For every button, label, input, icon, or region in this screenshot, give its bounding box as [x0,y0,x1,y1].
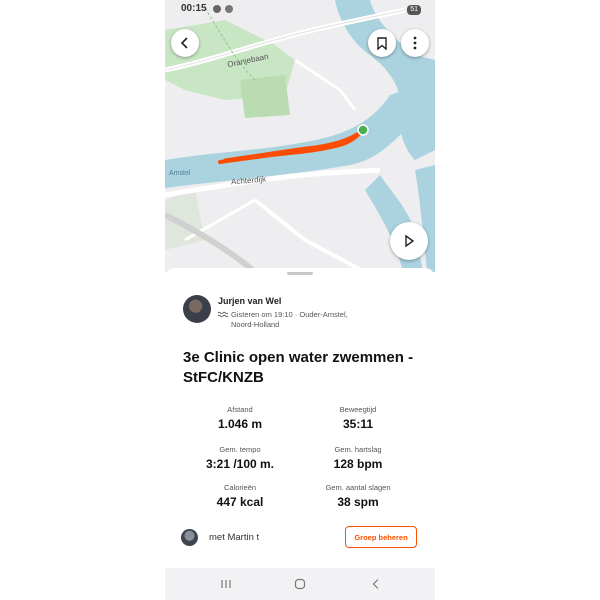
stat-label: Gem. aantal slagen [325,483,391,492]
home-icon [294,578,306,590]
more-vertical-icon [413,36,417,50]
stat-label: Calorieën [223,483,257,492]
stat-value: 3:21 /100 m. [205,457,275,471]
swim-icon [218,311,228,318]
nav-back-button[interactable] [368,576,384,592]
stat-value: 447 kcal [216,495,264,509]
recent-apps-button[interactable] [218,576,234,592]
notification-icon [213,5,221,13]
system-nav-bar [165,568,435,600]
whatsapp-icon [225,5,233,13]
athlete-avatar[interactable] [183,295,211,323]
stat-value: 128 bpm [333,457,383,471]
manage-group-button[interactable]: Groep beheren [345,526,417,548]
stat-value: 35:11 [342,417,374,431]
companion-label[interactable]: met Martin t [209,532,259,543]
activity-meta: Gisteren om 19:10 · Ouder-Amstel, Noord-… [218,310,368,330]
stat-value: 1.046 m [217,417,263,431]
activity-sheet: Jurjen van Wel Gisteren om 19:10 · Ouder… [165,268,435,568]
stat-label: Beweegtijd [339,405,377,414]
stat-avg-strokes: Gem. aantal slagen 38 spm [303,483,413,509]
stat-avg-pace: Gem. tempo 3:21 /100 m. [185,445,295,471]
stat-distance: Afstand 1.046 m [185,405,295,431]
back-icon [372,579,379,589]
stat-label: Gem. hartslag [334,445,382,454]
chevron-left-icon [180,37,188,49]
map-label-amstel: Amstel [169,170,191,177]
back-button[interactable] [171,29,199,57]
bookmark-icon [377,36,387,50]
activity-region: Noord-Holland [231,320,280,329]
stat-label: Gem. tempo [219,445,261,454]
stat-avg-heartrate: Gem. hartslag 128 bpm [303,445,413,471]
play-icon [405,234,415,248]
athlete-name[interactable]: Jurjen van Wel [218,296,281,306]
stat-calories: Calorieën 447 kcal [185,483,295,509]
play-flyover-button[interactable] [390,222,428,260]
home-button[interactable] [292,576,308,592]
activity-date-location: Gisteren om 19:10 · Ouder-Amstel, [231,310,348,319]
stat-value: 38 spm [337,495,379,509]
sheet-drag-handle[interactable] [287,272,313,275]
bookmark-button[interactable] [368,29,396,57]
companion-avatar[interactable] [181,529,198,546]
status-time: 00:15 [181,3,207,14]
recent-apps-icon [221,580,231,588]
status-bar: 00:15 51 [165,0,435,20]
more-button[interactable] [401,29,429,57]
route-map[interactable]: Oranjebaan Achterdijk Amstel 00:15 51 [165,0,435,272]
stat-moving-time: Beweegtijd 35:11 [303,405,413,431]
activity-title: 3e Clinic open water zwemmen - StFC/KNZB [183,349,414,386]
phone-screen: Oranjebaan Achterdijk Amstel 00:15 51 Ju… [165,0,435,600]
stat-label: Afstand [227,405,253,414]
battery-indicator: 51 [407,5,421,15]
